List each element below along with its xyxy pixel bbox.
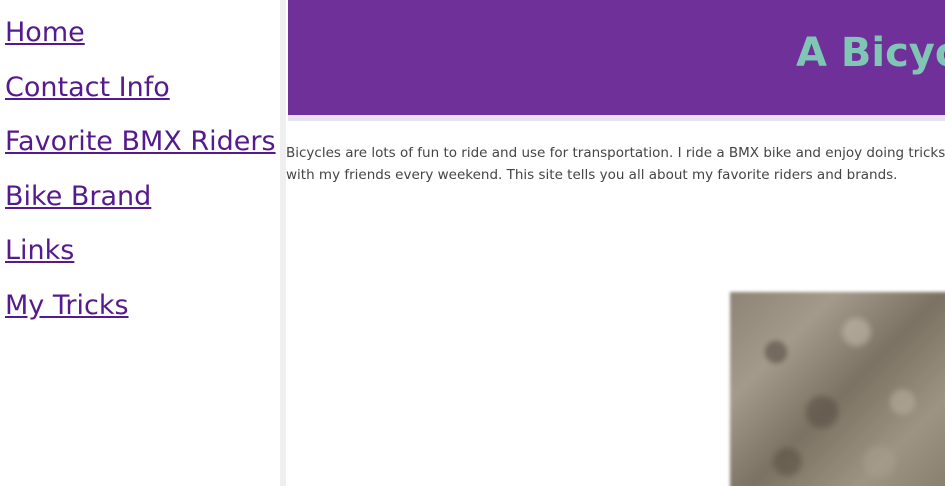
nav-item-contact-info: Contact Info: [5, 69, 276, 124]
nav-item-home: Home: [5, 14, 276, 69]
nav-item-favorite-bmx-riders: Favorite BMX Riders: [5, 123, 276, 178]
page-title: A Bicycl: [796, 30, 945, 76]
bike-photo: [730, 292, 945, 486]
nav-link-links[interactable]: Links: [5, 235, 74, 266]
intro-line-2: with my friends every weekend. This site…: [286, 167, 898, 183]
page: Home Contact Info Favorite BMX Riders Bi…: [0, 0, 945, 486]
nav-link-home[interactable]: Home: [5, 17, 85, 48]
nav-link-contact-info[interactable]: Contact Info: [5, 72, 170, 103]
nav-list: Home Contact Info Favorite BMX Riders Bi…: [5, 14, 276, 341]
sidebar-nav: Home Contact Info Favorite BMX Riders Bi…: [0, 0, 280, 486]
intro-text: Bicycles are lots of fun to ride and use…: [286, 142, 945, 186]
nav-item-my-tricks: My Tricks: [5, 287, 276, 342]
header-banner: A Bicycl: [288, 0, 945, 121]
nav-link-my-tricks[interactable]: My Tricks: [5, 290, 129, 321]
main-content: A Bicycl Bicycles are lots of fun to rid…: [286, 0, 945, 486]
nav-link-bike-brand[interactable]: Bike Brand: [5, 181, 151, 212]
nav-link-favorite-bmx-riders[interactable]: Favorite BMX Riders: [5, 126, 276, 157]
nav-item-links: Links: [5, 232, 276, 287]
intro-line-1: Bicycles are lots of fun to ride and use…: [286, 145, 945, 161]
nav-item-bike-brand: Bike Brand: [5, 178, 276, 233]
